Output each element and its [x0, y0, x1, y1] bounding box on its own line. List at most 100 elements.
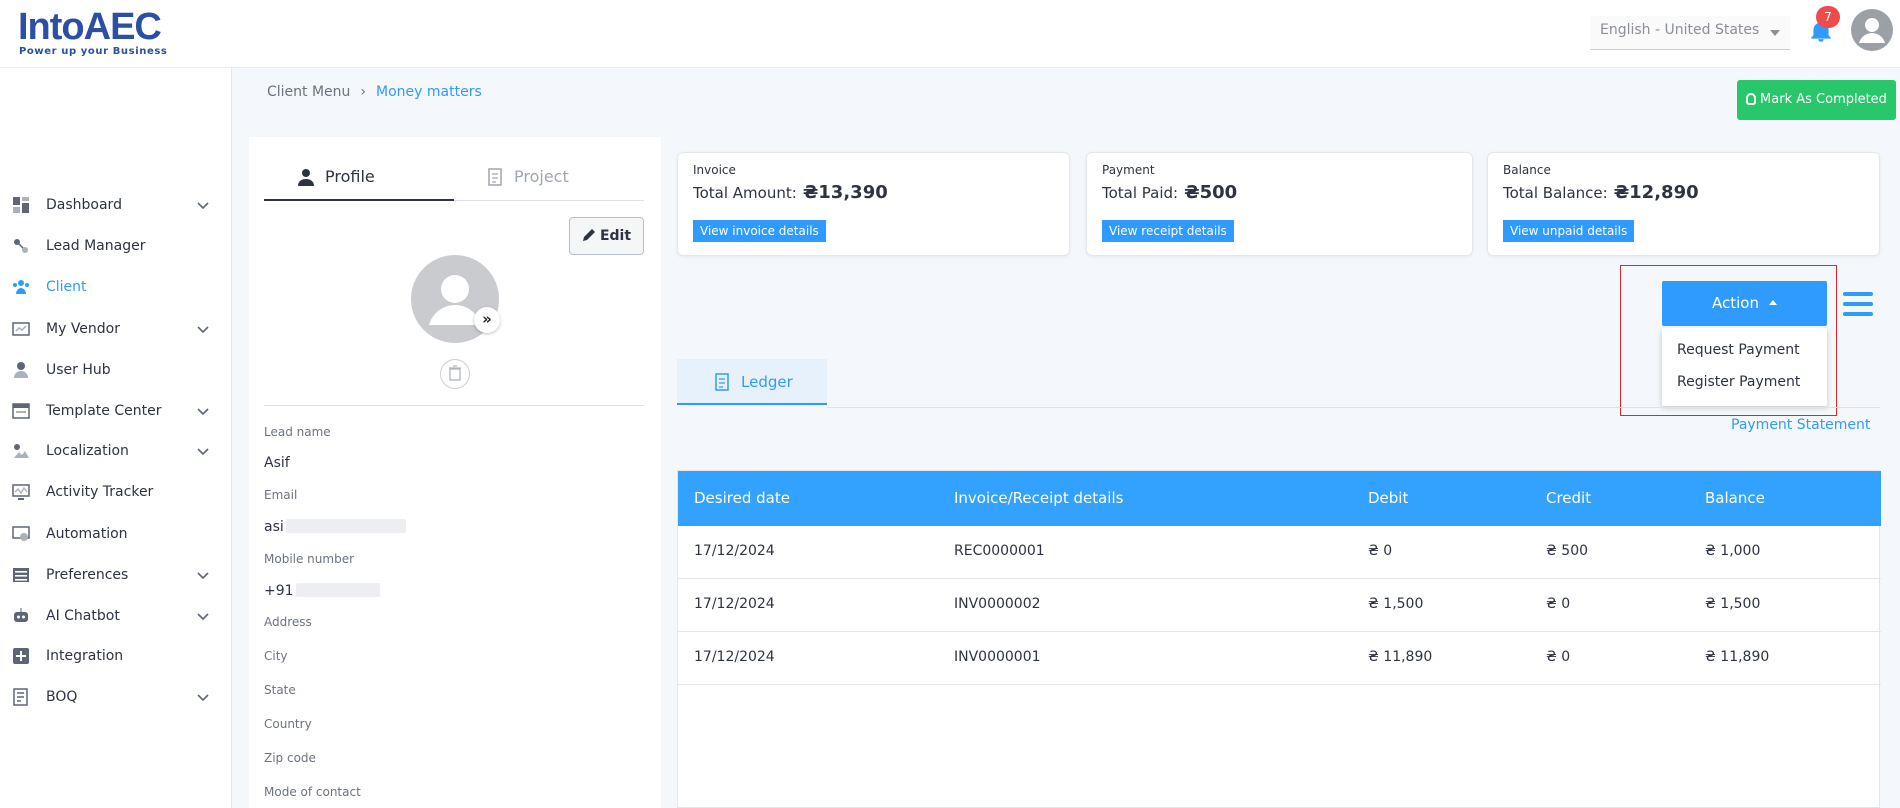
sidebar-item-ai-chatbot[interactable]: AI Chatbot: [0, 599, 232, 633]
sidebar-item-integration[interactable]: Integration: [0, 639, 232, 673]
breadcrumb-current: Money matters: [376, 84, 482, 100]
sidebar-item-label: Automation: [46, 526, 128, 542]
cell-details: REC0000001: [954, 543, 1045, 559]
field-label-address: Address: [264, 615, 312, 629]
lead-manager-icon: [14, 239, 28, 253]
cell-debit: ₴ 0: [1368, 543, 1393, 559]
sidebar-item-label: Preferences: [46, 567, 129, 583]
automation-icon: [12, 526, 30, 541]
logo[interactable]: IntoAEC Power up your Business: [18, 6, 178, 58]
field-label-lead-name: Lead name: [264, 425, 331, 439]
profile-divider: [264, 405, 644, 406]
cell-credit: ₴ 500: [1546, 543, 1589, 559]
chevron-right-icon: ›: [360, 84, 367, 100]
mobile-visible-part: +91: [264, 583, 294, 599]
sidebar-item-label: Client: [46, 279, 87, 295]
hamburger-menu-icon[interactable]: [1843, 292, 1873, 316]
action-menu: Request Payment Register Payment: [1662, 328, 1827, 406]
cell-date: 17/12/2024: [694, 543, 775, 559]
column-header: Debit: [1368, 489, 1409, 507]
user-avatar[interactable]: [1851, 9, 1893, 51]
sidebar-item-label: My Vendor: [46, 321, 120, 337]
edit-label: Edit: [599, 228, 632, 244]
boq-icon: [13, 688, 28, 706]
breadcrumb-parent[interactable]: Client Menu: [267, 84, 350, 100]
sidebar-item-dashboard[interactable]: Dashboard: [0, 188, 232, 222]
menu-item-register-payment[interactable]: Register Payment: [1677, 374, 1800, 390]
cell-balance: ₴ 1,000: [1705, 543, 1761, 559]
chevron-down-icon: [197, 326, 209, 334]
invoice-card: Invoice Total Amount: ₴13,390 View invoic…: [677, 152, 1070, 256]
payment-card: Payment Total Paid: ₴500 View receipt det…: [1086, 152, 1473, 256]
view-unpaid-details-button[interactable]: View unpaid details: [1503, 220, 1635, 242]
payment-total-amount: ₴500: [1184, 182, 1238, 203]
localization-icon: [14, 444, 29, 458]
invoice-total-amount: ₴13,390: [802, 182, 888, 203]
payment-total-label: Total Paid:: [1102, 184, 1179, 202]
tab-divider: [827, 407, 1880, 408]
sidebar-item-user-hub[interactable]: User Hub: [0, 353, 232, 387]
document-icon: [488, 168, 502, 186]
sidebar-item-preferences[interactable]: Preferences: [0, 558, 232, 592]
ledger-table: Desired date Invoice/Receipt details Deb…: [677, 470, 1881, 808]
chevron-down-icon: [197, 448, 209, 456]
mic-icon: [1746, 93, 1757, 105]
delete-photo-button[interactable]: [440, 359, 470, 389]
column-header: Desired date: [694, 489, 790, 507]
payment-caption: Payment: [1102, 163, 1155, 177]
view-invoice-details-button[interactable]: View invoice details: [693, 220, 826, 242]
tab-profile[interactable]: Profile: [298, 167, 375, 199]
tab-ledger[interactable]: Ledger: [677, 359, 827, 405]
chevron-down-icon: [197, 572, 209, 580]
sidebar-item-lead-manager[interactable]: Lead Manager: [0, 229, 232, 263]
vendor-icon: [12, 322, 30, 336]
payment-statement-link[interactable]: Payment Statement: [1731, 417, 1870, 433]
chevron-down-icon: [1770, 30, 1780, 36]
sidebar-item-client[interactable]: Client: [0, 270, 232, 304]
logo-tagline: Power up your Business: [19, 46, 168, 57]
table-row[interactable]: 17/12/2024 REC0000001 ₴ 0 ₴ 500 ₴ 1,000: [678, 526, 1881, 579]
redacted-block: [285, 519, 406, 533]
sidebar-item-localization[interactable]: Localization: [0, 434, 232, 468]
field-label-mobile: Mobile number: [264, 552, 355, 566]
balance-total-label: Total Balance:: [1503, 184, 1608, 202]
preferences-icon: [13, 568, 29, 582]
action-button[interactable]: Action: [1662, 281, 1827, 326]
edit-button[interactable]: Edit: [569, 217, 644, 255]
tab-project[interactable]: Project: [488, 167, 569, 199]
column-header: Credit: [1546, 489, 1592, 507]
cell-credit: ₴ 0: [1546, 649, 1571, 665]
table-row[interactable]: 17/12/2024 INV0000001 ₴ 11,890 ₴ 0 ₴ 11,…: [678, 632, 1881, 685]
mark-as-completed-button[interactable]: Mark As Completed: [1737, 80, 1896, 120]
menu-item-request-payment[interactable]: Request Payment: [1677, 342, 1800, 358]
balance-caption: Balance: [1503, 163, 1551, 177]
field-label-mode-of-contact: Mode of contact: [264, 785, 361, 799]
redacted-block: [295, 583, 380, 597]
balance-total-amount: ₴12,890: [1613, 182, 1699, 203]
cell-balance: ₴ 11,890: [1705, 649, 1770, 665]
sidebar-item-label: Lead Manager: [46, 238, 146, 254]
expand-icon[interactable]: »: [474, 307, 500, 333]
sidebar-item-automation[interactable]: Automation: [0, 517, 232, 551]
person-icon: [298, 169, 314, 186]
caret-up-icon: [1768, 300, 1777, 305]
sidebar-item-boq[interactable]: BOQ: [0, 680, 232, 714]
sidebar: Dashboard Lead Manager Client My Vendor …: [0, 68, 232, 808]
sidebar-item-label: Dashboard: [46, 197, 122, 213]
sidebar-item-label: AI Chatbot: [46, 608, 120, 624]
user-silhouette-icon: [1859, 18, 1885, 43]
language-select[interactable]: English - United States: [1590, 16, 1790, 50]
sidebar-item-template-center[interactable]: Template Center: [0, 394, 232, 428]
table-row[interactable]: 17/12/2024 INV0000002 ₴ 1,500 ₴ 0 ₴ 1,50…: [678, 579, 1881, 632]
integration-icon: [13, 648, 29, 664]
chevron-down-icon: [197, 202, 209, 210]
view-receipt-details-button[interactable]: View receipt details: [1102, 220, 1234, 242]
sidebar-item-activity-tracker[interactable]: Activity Tracker: [0, 475, 232, 509]
tab-divider: [454, 200, 644, 201]
sidebar-item-label: Integration: [46, 648, 124, 664]
logo-text: IntoAEC: [18, 6, 162, 48]
sidebar-item-label: Localization: [46, 443, 129, 459]
pencil-icon: [582, 229, 595, 241]
sidebar-item-my-vendor[interactable]: My Vendor: [0, 312, 232, 346]
table-header: Desired date Invoice/Receipt details Deb…: [678, 471, 1881, 526]
